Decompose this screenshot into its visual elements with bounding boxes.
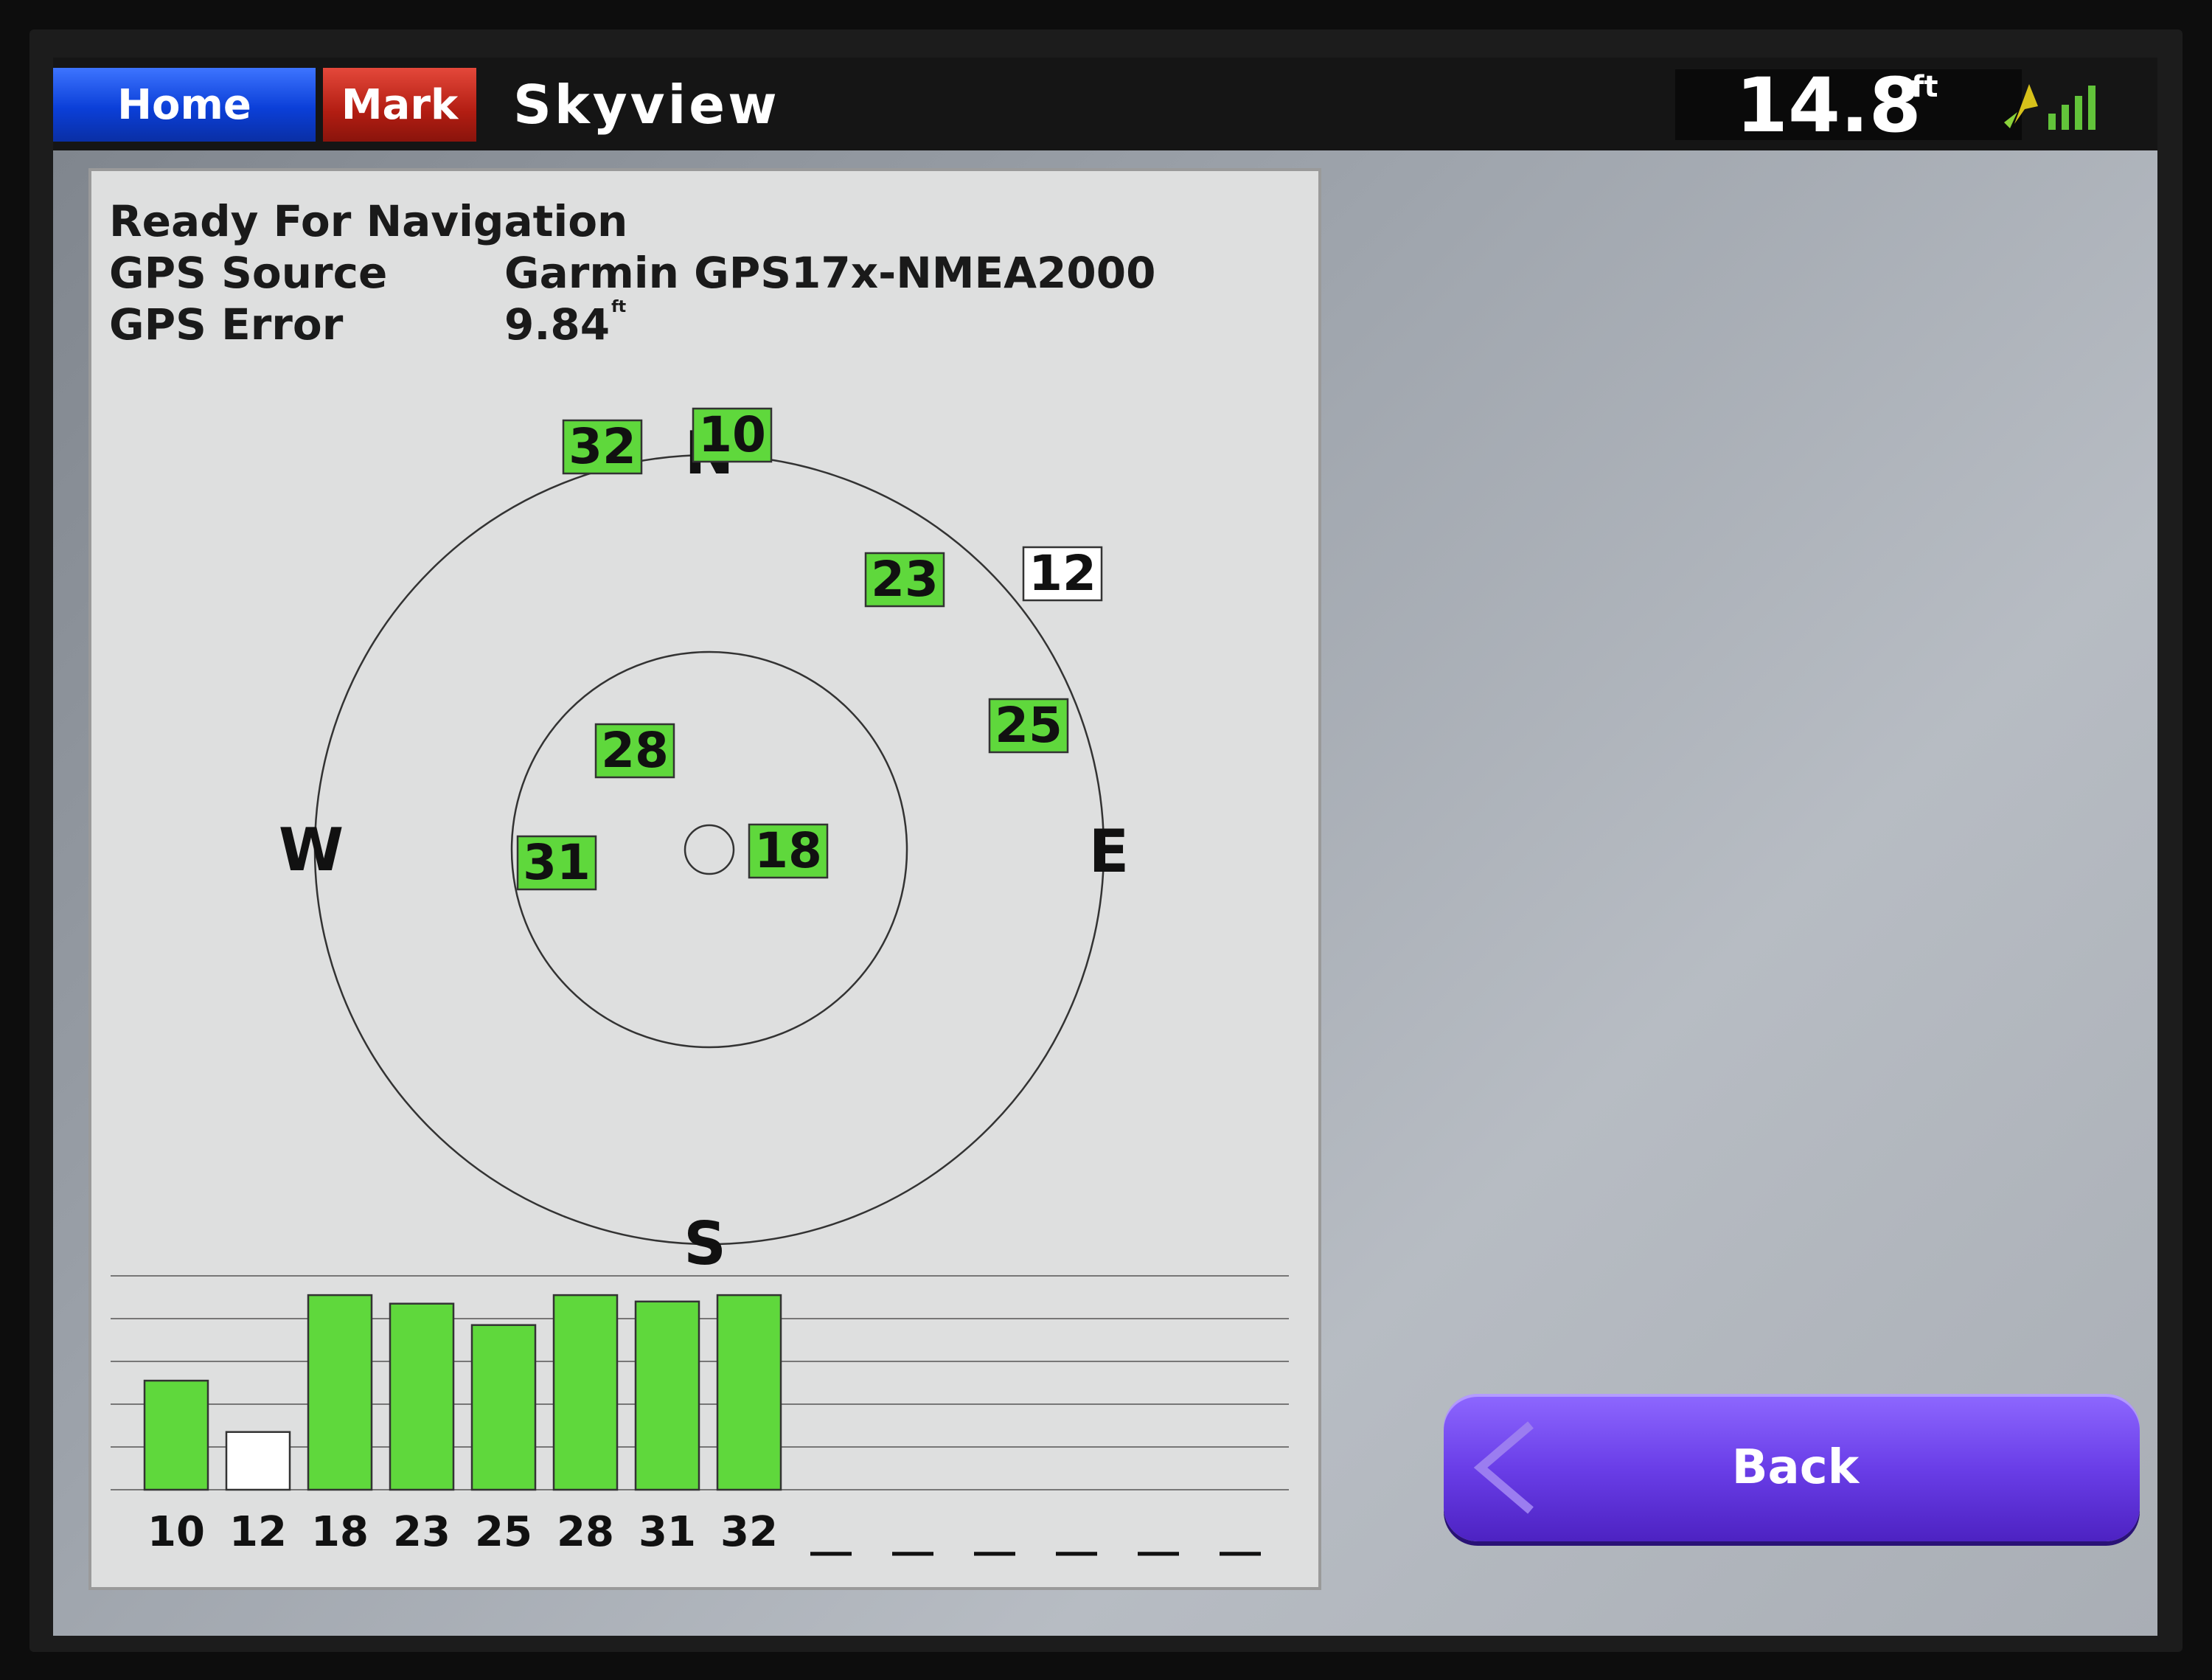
signal-strength-chart: 10 12 18 23 25 28 31 32 __ __ __ __ __ __ [111, 1275, 1289, 1556]
bar-label: __ [892, 1508, 933, 1556]
bar-label: 10 [147, 1508, 205, 1556]
back-label: Back [1731, 1440, 1860, 1495]
bar-label: __ [1138, 1508, 1179, 1556]
home-button[interactable]: Home [53, 68, 316, 142]
bar-label: __ [1220, 1508, 1261, 1556]
signal-bar-18 [307, 1294, 373, 1491]
bar-label: __ [974, 1508, 1015, 1556]
top-bar: Home Mark Skyview 14.8 ft [53, 58, 2157, 150]
signal-bar-28 [552, 1294, 619, 1491]
depth-unit: ft [1911, 70, 1938, 104]
chart-labels: 10 12 18 23 25 28 31 32 __ __ __ __ __ __ [147, 1508, 1261, 1556]
signal-bar-10 [143, 1379, 209, 1491]
bar-label: 28 [557, 1508, 614, 1556]
page-title: Skyview [513, 74, 780, 136]
signal-bar-31 [634, 1300, 700, 1491]
gps-signal-icon [2004, 84, 2096, 130]
bar-label: 32 [720, 1508, 778, 1556]
chevron-left-icon [1473, 1421, 1534, 1514]
back-button[interactable]: Back [1444, 1394, 2140, 1541]
signal-bar-12 [225, 1431, 291, 1491]
chart-bars [143, 1294, 782, 1491]
bar-label: 31 [639, 1508, 696, 1556]
skyview-panel: Ready For Navigation GPS Source Garmin G… [88, 168, 1321, 1590]
depth-value: 14.8 [1736, 62, 1921, 150]
bar-label: __ [1056, 1508, 1097, 1556]
signal-bar-25 [470, 1324, 537, 1491]
bar-label: 12 [229, 1508, 287, 1556]
signal-bar-23 [389, 1302, 455, 1491]
screen: Home Mark Skyview 14.8 ft Ready For Navi… [53, 58, 2157, 1636]
bar-label: 18 [311, 1508, 369, 1556]
bar-label: 23 [393, 1508, 451, 1556]
bar-label: __ [810, 1508, 852, 1556]
signal-bar-32 [716, 1294, 782, 1491]
bar-label: 25 [475, 1508, 532, 1556]
mark-button[interactable]: Mark [323, 68, 476, 142]
